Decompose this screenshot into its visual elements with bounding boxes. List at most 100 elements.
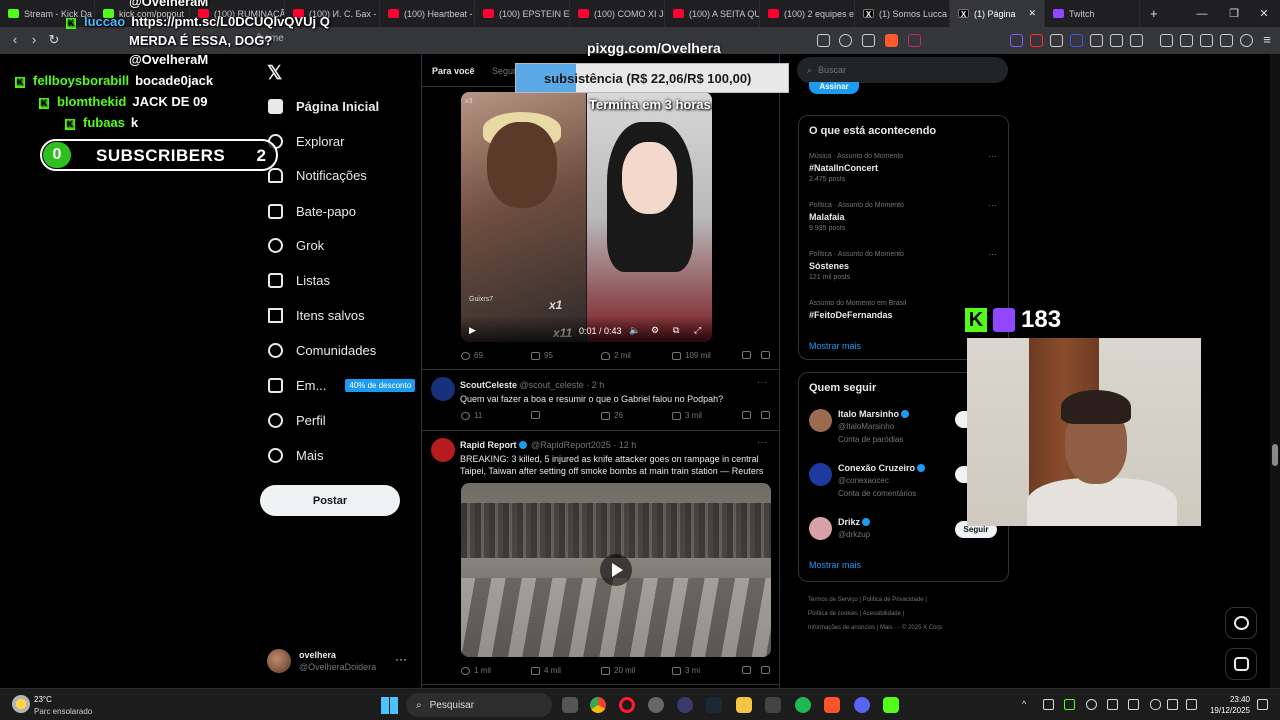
reload-icon[interactable]: ↻ <box>45 31 63 49</box>
nav-notifications[interactable]: Notificações <box>268 168 367 183</box>
search-input[interactable]: ⌕ Buscar <box>797 57 1008 83</box>
windows-start-icon[interactable] <box>381 697 398 714</box>
network-icon[interactable] <box>1167 699 1178 710</box>
video-player[interactable] <box>461 483 771 657</box>
show-more-link[interactable]: Mostrar mais <box>809 560 861 570</box>
footer-link[interactable]: Política de Privacidade <box>863 597 924 603</box>
chrome-icon[interactable] <box>590 697 606 713</box>
extension-icon[interactable] <box>1030 34 1043 47</box>
avatar[interactable] <box>431 377 455 401</box>
tab-following[interactable]: Segui <box>492 66 515 76</box>
bookmark-button[interactable] <box>742 411 751 419</box>
footer-link[interactable]: Informações de anúncios <box>808 625 875 631</box>
browser-tab[interactable]: (100) COMO XI J <box>570 0 665 27</box>
extension-icon[interactable] <box>1090 34 1103 47</box>
nav-communities[interactable]: Comunidades <box>268 343 376 358</box>
views-button[interactable]: 3 mil <box>672 411 702 420</box>
nav-home[interactable]: Página Inicial <box>268 99 379 114</box>
nav-lists[interactable]: Listas <box>268 273 330 288</box>
task-view-icon[interactable] <box>562 697 578 713</box>
more-options-icon[interactable]: ··· <box>988 151 997 161</box>
grok-button[interactable] <box>1225 607 1257 639</box>
wallet-icon[interactable] <box>1200 34 1213 47</box>
trend-item[interactable]: Política · Assunto do Momento Malafaia 9.9… <box>809 200 999 232</box>
forward-icon[interactable]: › <box>25 31 43 49</box>
like-button[interactable]: 20 mil <box>601 666 635 675</box>
play-icon[interactable]: ▶ <box>469 325 476 336</box>
taskbar-search[interactable]: ⌕ Pesquisar <box>406 693 552 717</box>
tray-icon[interactable] <box>1086 699 1097 710</box>
more-options-icon[interactable]: ··· <box>757 437 767 448</box>
bookmark-button[interactable] <box>742 351 751 359</box>
menu-icon[interactable]: ≡ <box>1258 31 1276 49</box>
repost-button[interactable]: 95 <box>531 351 553 360</box>
bluetooth-icon[interactable] <box>1128 699 1139 710</box>
tweet-author[interactable]: Rapid Report @RapidReport2025 · 12 h <box>460 440 636 450</box>
clock[interactable]: 23:40 19/12/2025 <box>1208 694 1250 716</box>
spotify-icon[interactable] <box>795 697 811 713</box>
tray-icon[interactable] <box>1107 699 1118 710</box>
rewards-icon[interactable] <box>908 34 921 47</box>
trend-item[interactable]: Música · Assunto do Momento #NatalInConce… <box>809 151 999 183</box>
app-icon[interactable] <box>648 697 664 713</box>
opera-icon[interactable] <box>619 697 635 713</box>
tray-icon[interactable] <box>1043 699 1054 710</box>
play-icon[interactable] <box>600 554 632 586</box>
messages-button[interactable] <box>1225 648 1257 680</box>
share-button[interactable] <box>761 666 770 674</box>
share-button[interactable] <box>761 411 770 419</box>
tweet-author[interactable]: ScoutCeleste @scout_celeste · 2 h <box>460 380 604 390</box>
trend-item[interactable]: Política · Assunto do Momento Sóstenes 121… <box>809 249 999 281</box>
more-options-icon[interactable]: ··· <box>988 200 997 210</box>
sidebar-icon[interactable] <box>1180 34 1193 47</box>
footer-link[interactable]: Política de cookies <box>808 611 858 617</box>
nav-premium[interactable]: Em... 40% de desconto <box>268 378 416 393</box>
extension-icon[interactable] <box>1070 34 1083 47</box>
settings-icon[interactable]: ⚙ <box>651 325 659 336</box>
wallet-icon[interactable] <box>1130 34 1143 47</box>
like-button[interactable]: 2 mil <box>601 351 631 360</box>
puzzle-icon[interactable] <box>1110 34 1123 47</box>
fullscreen-icon[interactable]: ⤢ <box>694 325 701 336</box>
nav-messages[interactable]: Bate-papo <box>268 204 356 219</box>
zoom-icon[interactable] <box>839 34 852 47</box>
more-options-icon[interactable]: ··· <box>395 652 407 666</box>
browser-tab[interactable]: (100) A SEITA QU <box>665 0 760 27</box>
brave-icon[interactable] <box>824 697 840 713</box>
folder-icon[interactable] <box>736 697 752 713</box>
kick-icon[interactable] <box>883 697 899 713</box>
views-button[interactable]: 3 mi <box>672 666 700 675</box>
vpn-icon[interactable] <box>1240 34 1253 47</box>
like-button[interactable]: 26 <box>601 411 623 420</box>
weather-widget[interactable]: 23°C Parc ensolarado <box>12 692 122 718</box>
brave-shield-icon[interactable] <box>885 34 898 47</box>
close-window-button[interactable]: ✕ <box>1248 0 1280 27</box>
volume-icon[interactable] <box>1186 699 1197 710</box>
discord-icon[interactable] <box>854 697 870 713</box>
footer-link[interactable]: Mais ··· <box>880 625 900 631</box>
subscribe-button[interactable]: Assinar <box>809 82 859 94</box>
browser-tab[interactable]: (100) 2 equipes e <box>760 0 855 27</box>
account-switcher[interactable]: ovelhera @OvelheraDoidera ··· <box>267 648 415 678</box>
notification-icon[interactable] <box>1257 699 1268 710</box>
repost-button[interactable] <box>531 411 544 419</box>
footer-link[interactable]: Termos de Serviço <box>808 597 858 603</box>
nav-bookmarks[interactable]: Itens salvos <box>268 308 365 323</box>
volume-icon[interactable]: 🔈 <box>629 325 640 336</box>
new-tab-button[interactable]: + <box>1150 6 1158 21</box>
browser-tab-active[interactable]: X (1) Página ✕ <box>950 0 1045 27</box>
share-icon[interactable] <box>862 34 875 47</box>
video-player[interactable]: x3 Guixrs7 x1 x11 ▶ 0:01 / 0:43 🔈 ⚙ ⧉ ⤢ <box>461 92 712 342</box>
download-icon[interactable] <box>1220 34 1233 47</box>
browser-tab[interactable]: (100) Heartbeat - <box>380 0 475 27</box>
back-icon[interactable]: ‹ <box>6 31 24 49</box>
reply-button[interactable]: 11 <box>461 411 482 420</box>
extension-icon[interactable] <box>1010 34 1023 47</box>
reply-button[interactable]: 1 mil <box>461 666 491 675</box>
nav-profile[interactable]: Perfil <box>268 413 326 428</box>
x-logo-icon[interactable]: 𝕏 <box>267 62 282 85</box>
nav-grok[interactable]: Grok <box>268 238 324 253</box>
bookmark-button[interactable] <box>742 666 751 674</box>
scrollbar[interactable] <box>1270 54 1280 688</box>
show-more-link[interactable]: Mostrar mais <box>809 341 861 351</box>
